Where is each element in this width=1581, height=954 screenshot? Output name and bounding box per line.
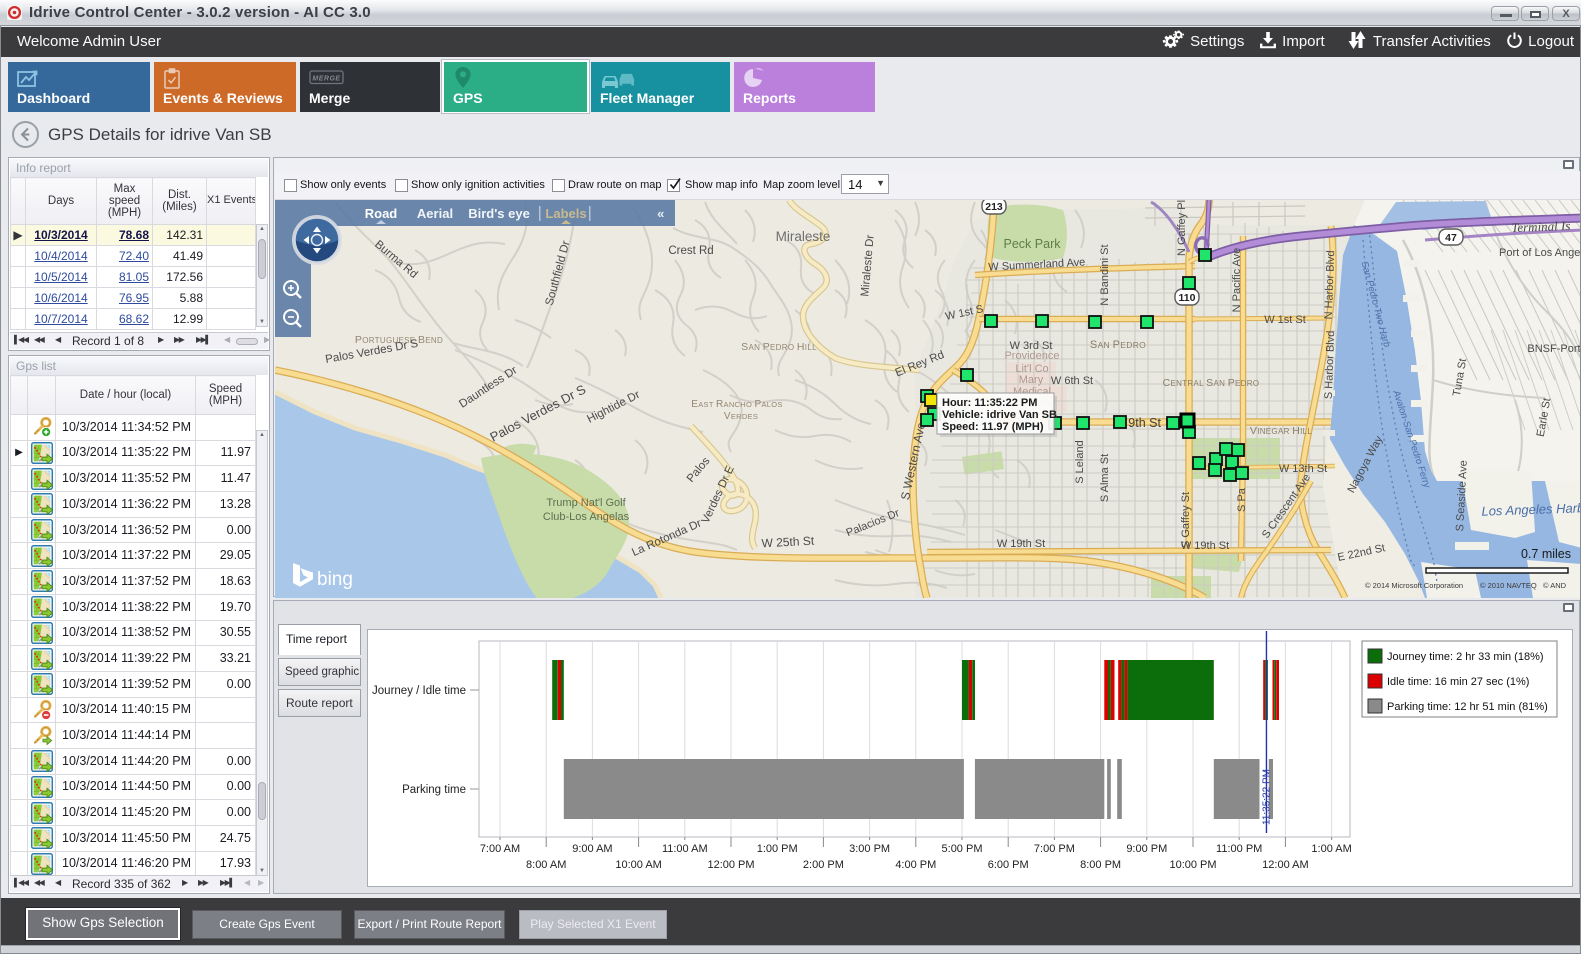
svg-text:Road: Road [365, 206, 398, 221]
svg-text:Journey / Idle time: Journey / Idle time [372, 685, 466, 697]
svg-text:Bird's eye: Bird's eye [468, 206, 530, 221]
svg-text:12:00 AM: 12:00 AM [1262, 859, 1308, 871]
svg-text:W 1st St: W 1st St [1264, 314, 1306, 326]
svg-text:MERGE: MERGE [312, 76, 340, 83]
svg-text:7:00 AM: 7:00 AM [480, 843, 520, 855]
svg-text:bing: bing [317, 569, 353, 590]
svg-text:«: « [657, 206, 667, 221]
svg-text:11:35:22 PM: 11:35:22 PM [1261, 769, 1272, 825]
svg-text:3:00 PM: 3:00 PM [849, 843, 890, 855]
svg-text:© AND: © AND [1543, 581, 1567, 590]
svg-text:8:00 PM: 8:00 PM [1080, 859, 1121, 871]
svg-text:© 2010 NAVTEQ: © 2010 NAVTEQ [1480, 581, 1537, 590]
svg-text:47: 47 [1445, 232, 1457, 244]
svg-text:S Harbor Blvd: S Harbor Blvd [1323, 330, 1337, 399]
svg-text:S Pa: S Pa [1236, 487, 1248, 512]
svg-text:2:00 PM: 2:00 PM [803, 859, 844, 871]
svg-text:Journey time: 2 hr 33 min (18%: Journey time: 2 hr 33 min (18%) [1387, 651, 1544, 663]
svg-text:S Alma St: S Alma St [1099, 454, 1111, 502]
svg-text:SAN PEDRO: SAN PEDRO [1090, 339, 1146, 351]
svg-text:CENTRAL SAN PEDRO: CENTRAL SAN PEDRO [1163, 377, 1260, 389]
svg-text:Terminal Is: Terminal Is [1511, 218, 1571, 235]
svg-text:10:00 AM: 10:00 AM [615, 859, 661, 871]
svg-text:W 19th St: W 19th St [1181, 540, 1229, 552]
svg-text:W 6th St: W 6th St [1051, 375, 1093, 387]
svg-text:W 19th St: W 19th St [997, 538, 1045, 550]
svg-text:Labels: Labels [545, 206, 586, 221]
svg-text:SAN PEDRO HILL: SAN PEDRO HILL [741, 341, 817, 353]
svg-text:N Gaffey Pl: N Gaffey Pl [1176, 200, 1188, 256]
svg-text:Parking time: Parking time [402, 784, 466, 796]
svg-text:VINEGAR HILL: VINEGAR HILL [1250, 425, 1312, 437]
svg-text:9:00 PM: 9:00 PM [1126, 843, 1167, 855]
svg-text:S Leland: S Leland [1074, 440, 1086, 483]
svg-text:1:00 AM: 1:00 AM [1311, 843, 1351, 855]
svg-text:VERDES: VERDES [724, 411, 758, 422]
svg-text:6:00 PM: 6:00 PM [988, 859, 1029, 871]
svg-text:Hour: 11:35:22 PM: Hour: 11:35:22 PM [942, 397, 1037, 409]
svg-text:11:00 PM: 11:00 PM [1216, 843, 1262, 855]
svg-text:Providence: Providence [1004, 350, 1059, 362]
svg-text:0.7 miles: 0.7 miles [1521, 547, 1571, 561]
svg-text:Vehicle: idrive Van SB: Vehicle: idrive Van SB [942, 409, 1057, 421]
svg-text:Crest Rd: Crest Rd [668, 245, 713, 257]
svg-text:Mary: Mary [1019, 374, 1044, 386]
svg-text:EAST RANCHO PALOS: EAST RANCHO PALOS [691, 399, 782, 410]
svg-text:110: 110 [1179, 292, 1196, 304]
svg-text:8:00 AM: 8:00 AM [526, 859, 566, 871]
svg-text:Parking time: 12 hr 51 min (81: Parking time: 12 hr 51 min (81%) [1387, 701, 1548, 713]
svg-text:Aerial: Aerial [417, 206, 453, 221]
svg-text:10:00 PM: 10:00 PM [1169, 859, 1216, 871]
svg-text:Miraleste: Miraleste [776, 229, 831, 244]
svg-text:12:00 PM: 12:00 PM [707, 859, 754, 871]
svg-text:N Harbor Blvd: N Harbor Blvd [1323, 250, 1337, 319]
svg-text:4:00 PM: 4:00 PM [895, 859, 936, 871]
svg-text:9:00 AM: 9:00 AM [572, 843, 612, 855]
svg-text:7:00 PM: 7:00 PM [1034, 843, 1075, 855]
svg-text:N Pacific Ave: N Pacific Ave [1231, 248, 1243, 313]
svg-text:N Bandini St: N Bandini St [1099, 244, 1111, 305]
svg-text:Idle time: 16 min 27 sec (1%): Idle time: 16 min 27 sec (1%) [1387, 676, 1529, 688]
svg-text:11:00 AM: 11:00 AM [662, 843, 708, 855]
svg-text:Club-Los Angelas: Club-Los Angelas [543, 511, 630, 523]
svg-text:5:00 PM: 5:00 PM [942, 843, 983, 855]
svg-text:W 25th St: W 25th St [761, 534, 815, 551]
svg-text:1:00 PM: 1:00 PM [757, 843, 798, 855]
svg-text:Peck Park: Peck Park [1004, 237, 1062, 251]
svg-text:Port of Los Angel: Port of Los Angel [1499, 247, 1580, 259]
svg-text:213: 213 [985, 201, 1003, 213]
svg-text:Speed: 11.97 (MPH): Speed: 11.97 (MPH) [942, 421, 1044, 433]
svg-text:© 2014 Microsoft Corporation: © 2014 Microsoft Corporation [1365, 581, 1463, 590]
svg-text:Trump Nat'l Golf: Trump Nat'l Golf [546, 497, 626, 509]
svg-text:BNSF-Port: BNSF-Port [1527, 343, 1580, 355]
